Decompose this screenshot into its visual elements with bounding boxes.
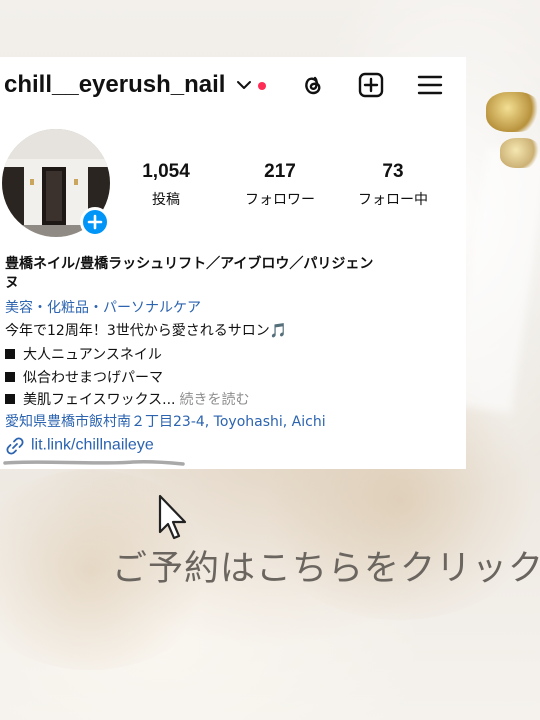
- stat-following[interactable]: 73 フォロー中: [347, 161, 439, 209]
- profile-header: chill__eyerush_nail: [0, 57, 466, 115]
- profile-category[interactable]: 美容・化粧品・パーソナルケア: [5, 297, 460, 317]
- link-icon: [6, 436, 24, 455]
- chevron-down-icon[interactable]: [236, 79, 252, 91]
- stat-followers[interactable]: 217 フォロワー: [232, 161, 328, 209]
- followers-count: 217: [264, 161, 296, 182]
- notification-dot: [258, 82, 266, 90]
- threads-icon[interactable]: [298, 71, 326, 99]
- profile-link[interactable]: lit.link/chillnaileye: [5, 435, 154, 457]
- bullet-square-icon: [5, 394, 15, 404]
- bio-line: 似合わせまつげパーマ: [5, 367, 460, 387]
- reservation-cta[interactable]: ご予約はこちらをクリック: [112, 540, 540, 591]
- stat-posts[interactable]: 1,054 投稿: [132, 161, 200, 209]
- new-post-icon[interactable]: [357, 71, 385, 99]
- read-more-link[interactable]: 続きを読む: [180, 392, 250, 408]
- bio-line: 大人ニュアンスネイル: [5, 344, 460, 364]
- mouse-cursor-icon: [158, 494, 187, 540]
- link-text[interactable]: lit.link/chillnaileye: [31, 437, 154, 454]
- bio-line: 美肌フェイスワックス... 続きを読む: [5, 389, 460, 409]
- profile-name: 豊橋ネイル/豊橋ラッシュリフト／アイブロウ／パリジェン: [5, 256, 374, 272]
- posts-label: 投稿: [152, 192, 180, 208]
- bullet-square-icon: [5, 372, 15, 382]
- username[interactable]: chill__eyerush_nail: [4, 71, 225, 99]
- profile-name-continued: ヌ: [5, 275, 19, 291]
- instagram-profile-card: chill__eyerush_nail 1,054 投稿 217 フォロワー 7…: [0, 57, 466, 469]
- bio-line: 今年で12周年！3世代から愛されるサロン🎵: [5, 323, 288, 339]
- following-label: フォロー中: [358, 192, 428, 208]
- followers-label: フォロワー: [245, 192, 315, 208]
- menu-icon[interactable]: [416, 71, 444, 99]
- bullet-square-icon: [5, 349, 15, 359]
- posts-count: 1,054: [142, 161, 190, 182]
- underline-scribble: [3, 460, 185, 466]
- profile-address[interactable]: 愛知県豊橋市飯村南２丁目23-4, Toyohashi, Aichi: [5, 411, 460, 431]
- following-count: 73: [382, 161, 404, 182]
- add-story-icon[interactable]: [80, 207, 110, 237]
